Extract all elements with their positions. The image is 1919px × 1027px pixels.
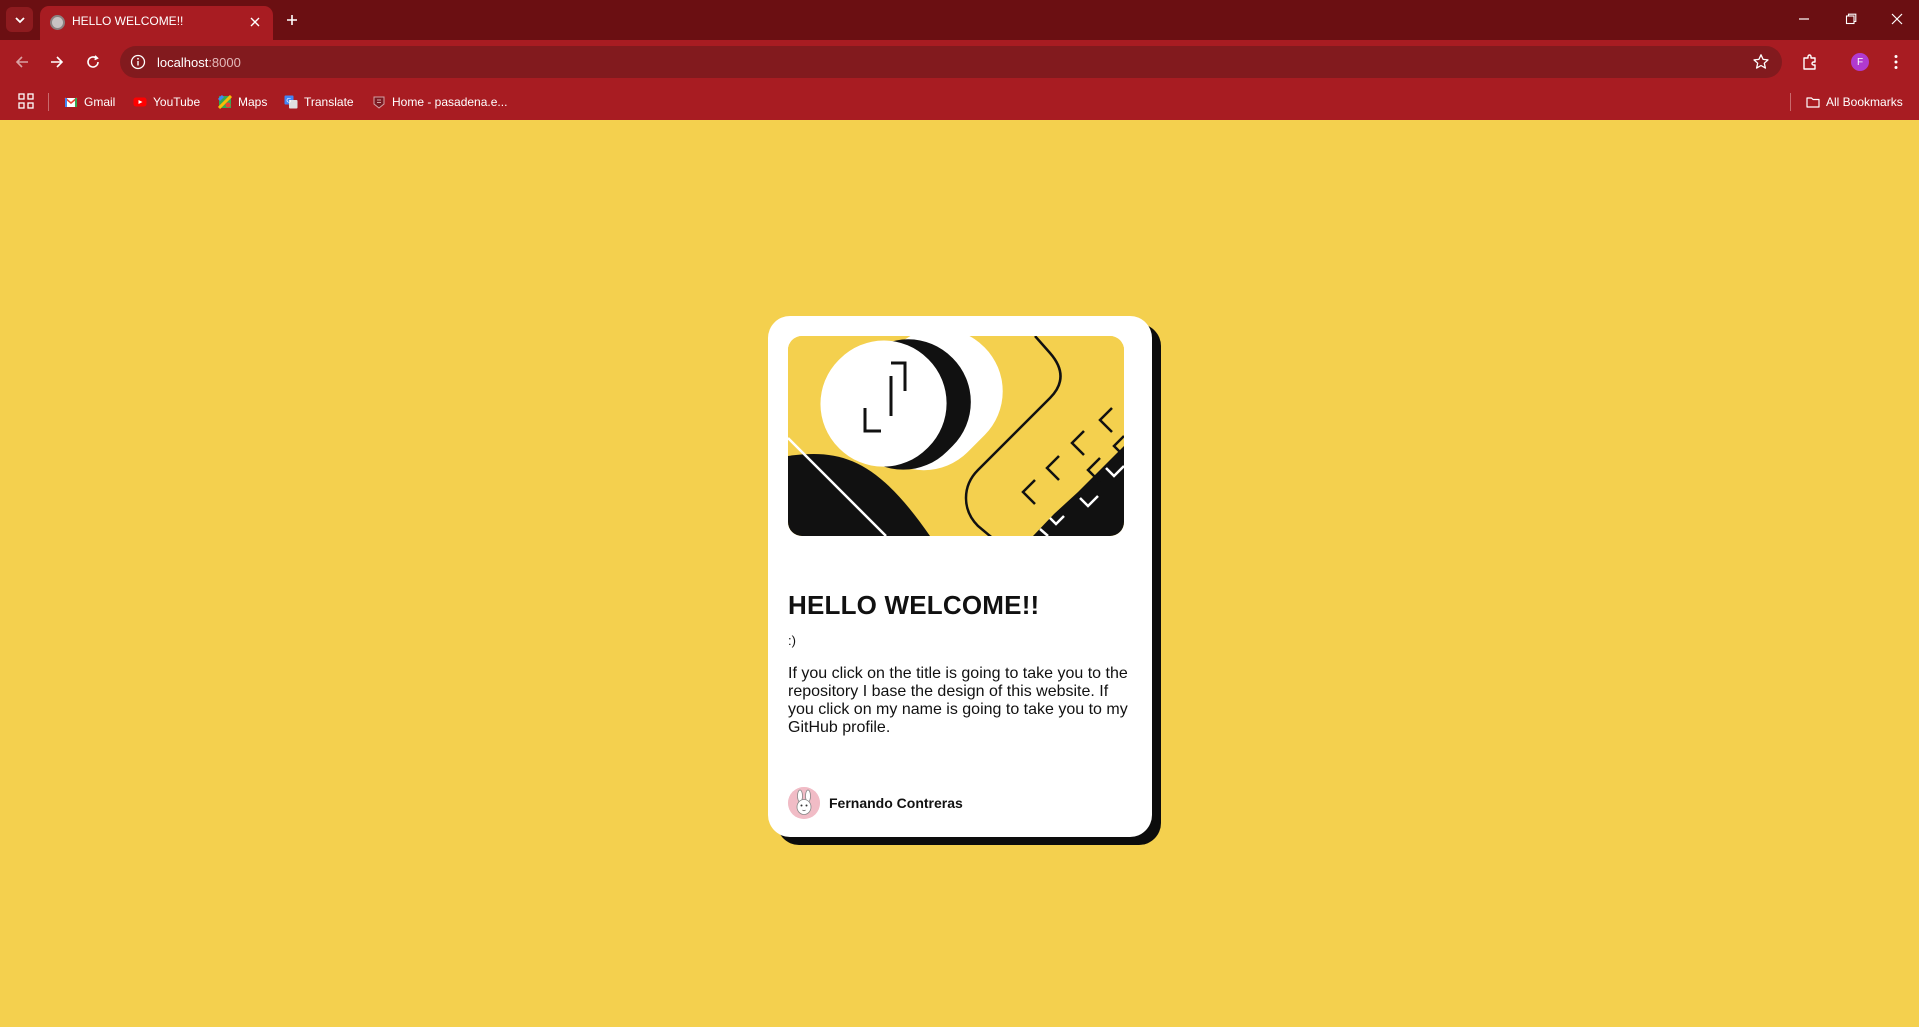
- bookmarks-divider: [48, 93, 49, 111]
- maps-icon: [218, 95, 232, 109]
- plus-icon: [287, 15, 297, 25]
- abstract-illustration: [788, 336, 1124, 536]
- close-icon: [1891, 13, 1903, 25]
- translate-icon: G: [284, 95, 298, 109]
- tab-title: HELLO WELCOME!!: [72, 14, 184, 28]
- bookmark-label: YouTube: [153, 95, 201, 109]
- bookmark-label: Maps: [238, 95, 268, 109]
- bookmark-translate[interactable]: G Translate: [284, 91, 354, 113]
- new-tab-button[interactable]: [281, 9, 303, 31]
- globe-icon: [50, 15, 65, 30]
- welcome-card: HELLO WELCOME!! :) If you click on the t…: [768, 316, 1152, 837]
- bunny-avatar-icon: [788, 787, 820, 819]
- card-title-link[interactable]: HELLO WELCOME!!: [788, 590, 1039, 621]
- all-bookmarks-button[interactable]: All Bookmarks: [1806, 91, 1903, 113]
- kebab-menu-icon: [1894, 55, 1898, 69]
- svg-text:G: G: [286, 97, 291, 105]
- address-port: :8000: [208, 55, 241, 70]
- tab-search-button[interactable]: [6, 7, 33, 32]
- reload-icon: [87, 55, 99, 68]
- restore-button[interactable]: [1836, 6, 1866, 32]
- card-illustration: [788, 336, 1124, 536]
- bookmarks-bar: Gmail YouTube Maps G Translate Home - pa…: [0, 84, 1919, 120]
- forward-button[interactable]: [44, 49, 70, 75]
- author-name: Fernando Contreras: [829, 795, 963, 811]
- youtube-icon: [133, 97, 147, 107]
- card-subtitle: :): [788, 633, 796, 648]
- arrow-left-icon: [15, 56, 28, 68]
- more-menu-button[interactable]: [1889, 51, 1903, 73]
- star-icon[interactable]: [1752, 53, 1770, 71]
- gmail-icon: [64, 97, 78, 107]
- address-bar[interactable]: localhost:8000: [120, 46, 1782, 78]
- bookmark-label: Gmail: [84, 95, 116, 109]
- profile-avatar[interactable]: F: [1851, 53, 1869, 71]
- apps-grid-icon[interactable]: [17, 92, 35, 110]
- minimize-button[interactable]: [1789, 6, 1819, 32]
- bookmark-youtube[interactable]: YouTube: [133, 91, 200, 113]
- info-icon[interactable]: [130, 54, 146, 70]
- arrow-right-icon: [51, 56, 64, 68]
- address-url: localhost:8000: [157, 55, 241, 70]
- bookmark-pasadena[interactable]: Home - pasadena.e...: [372, 91, 507, 113]
- close-window-button[interactable]: [1882, 6, 1912, 32]
- folder-icon: [1806, 97, 1820, 108]
- minimize-icon: [1799, 18, 1809, 20]
- address-host: localhost: [157, 55, 209, 70]
- author-link[interactable]: Fernando Contreras: [788, 786, 963, 820]
- avatar: [788, 787, 820, 819]
- bookmark-maps[interactable]: Maps: [218, 91, 267, 113]
- active-tab[interactable]: HELLO WELCOME!!: [40, 6, 273, 40]
- puzzle-icon: [1803, 54, 1816, 70]
- bookmark-label: Home - pasadena.e...: [392, 95, 508, 109]
- tab-close-button[interactable]: [245, 12, 265, 32]
- pasadena-icon: [373, 96, 385, 109]
- restore-icon: [1845, 13, 1857, 25]
- browser-toolbar: localhost:8000: [0, 40, 1919, 84]
- bookmarks-divider: [1790, 93, 1791, 111]
- reload-button[interactable]: [80, 49, 106, 75]
- card-description: If you click on the title is going to ta…: [788, 665, 1128, 736]
- extensions-button[interactable]: [1797, 49, 1823, 75]
- close-icon: [250, 17, 260, 27]
- tab-strip: HELLO WELCOME!!: [0, 0, 1919, 40]
- bookmark-gmail[interactable]: Gmail: [64, 91, 115, 113]
- all-bookmarks-label: All Bookmarks: [1826, 95, 1903, 109]
- chevron-down-icon: [14, 16, 25, 23]
- back-button[interactable]: [9, 49, 35, 75]
- bookmark-label: Translate: [304, 95, 354, 109]
